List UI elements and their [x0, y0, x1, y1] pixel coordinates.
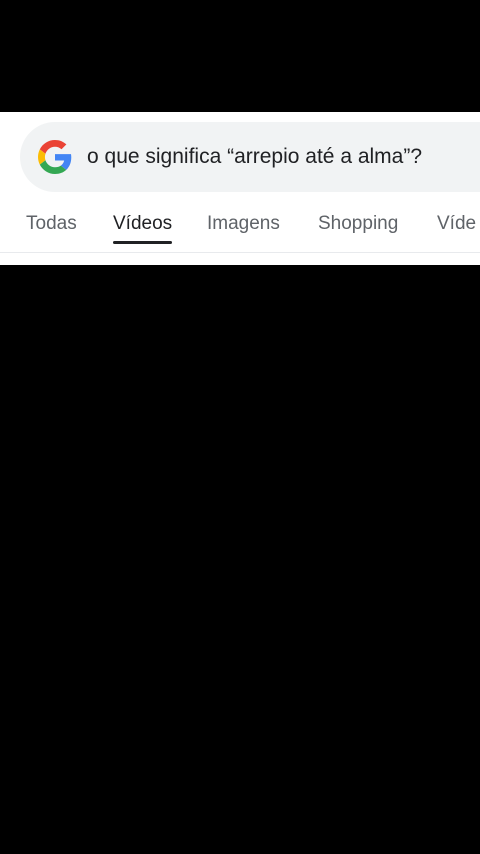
search-results-header: o que significa “arrepio até a alma”? To…	[0, 112, 480, 265]
tabs-divider	[0, 252, 480, 253]
tab-label: Shopping	[318, 213, 399, 234]
tab-label: Vídeos	[113, 213, 173, 234]
tab-videos[interactable]: Vídeos	[113, 208, 173, 244]
google-g-icon	[38, 140, 72, 174]
tab-label: Víde	[437, 213, 477, 234]
search-tabs: Todas Vídeos Imagens Shopping Víde	[0, 208, 480, 248]
tab-todas[interactable]: Todas	[26, 208, 77, 244]
search-query-text[interactable]: o que significa “arrepio até a alma”?	[87, 122, 422, 192]
screen: o que significa “arrepio até a alma”? To…	[0, 0, 480, 854]
tab-label: Todas	[26, 213, 77, 234]
tab-shopping[interactable]: Shopping	[318, 208, 398, 244]
tab-videos-2[interactable]: Víde	[437, 208, 476, 244]
tab-imagens[interactable]: Imagens	[207, 208, 280, 244]
active-tab-indicator	[113, 241, 173, 244]
search-bar[interactable]: o que significa “arrepio até a alma”?	[20, 122, 480, 192]
tab-label: Imagens	[207, 213, 280, 234]
